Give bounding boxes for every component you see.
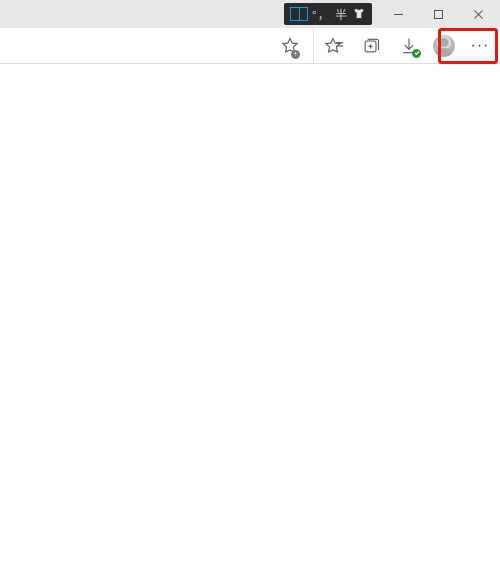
browser-toolbar: + ···: [0, 28, 500, 64]
favorites-button[interactable]: [314, 28, 352, 64]
ime-indicator[interactable]: °， 半: [284, 3, 372, 25]
page-content: [0, 64, 500, 574]
more-dots-icon: ···: [471, 37, 490, 55]
bookmark-star-button[interactable]: +: [275, 28, 305, 64]
close-button[interactable]: [458, 0, 498, 28]
collections-button[interactable]: [352, 28, 390, 64]
more-button[interactable]: ···: [460, 28, 500, 64]
avatar-icon: [433, 35, 455, 57]
ime-mode-text: °， 半: [312, 6, 348, 23]
shirt-icon: [352, 7, 366, 21]
downloads-button[interactable]: [390, 28, 428, 64]
star-add-badge-icon: +: [291, 50, 300, 59]
minimize-button[interactable]: [378, 0, 418, 28]
profile-button[interactable]: [428, 28, 460, 64]
keyboard-icon: [290, 7, 308, 21]
address-bar-area[interactable]: +: [0, 28, 314, 63]
title-bar: °， 半: [0, 0, 500, 28]
download-complete-icon: [412, 49, 421, 58]
maximize-button[interactable]: [418, 0, 458, 28]
